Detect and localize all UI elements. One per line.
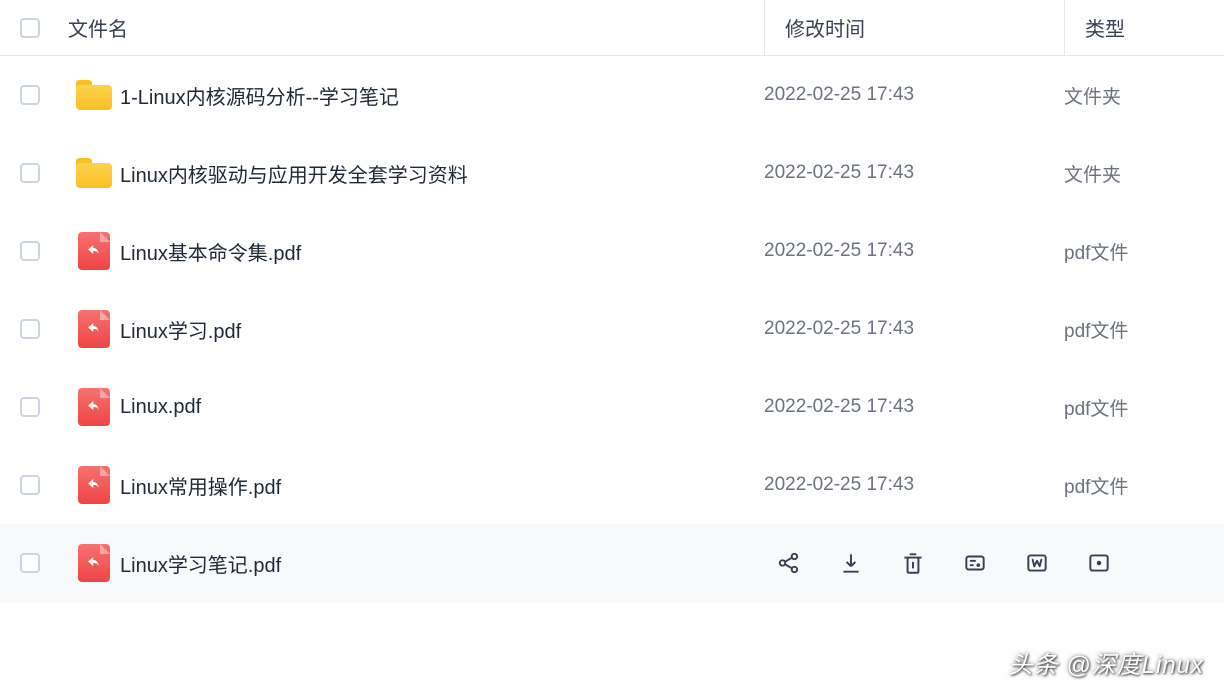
file-date: 2022-02-25 17:43 (764, 162, 914, 184)
file-type: pdf文件 (1064, 316, 1128, 343)
file-name[interactable]: Linux.pdf (120, 396, 201, 419)
row-checkbox[interactable] (20, 475, 40, 495)
table-row[interactable]: Linux学习.pdf 2022-02-25 17:43 pdf文件 (0, 290, 1224, 368)
pdf-icon (78, 388, 110, 426)
table-row[interactable]: Linux内核驱动与应用开发全套学习资料 2022-02-25 17:43 文件夹 (0, 134, 1224, 212)
header-type[interactable]: 类型 (1064, 0, 1224, 55)
file-name[interactable]: Linux基本命令集.pdf (120, 237, 301, 266)
row-checkbox[interactable] (20, 319, 40, 339)
table-row[interactable]: Linux.pdf 2022-02-25 17:43 pdf文件 (0, 368, 1224, 446)
file-date: 2022-02-25 17:43 (764, 240, 914, 262)
watermark: 头条 @深度Linux (1009, 645, 1204, 680)
row-actions (764, 548, 1224, 578)
share-button[interactable] (774, 548, 804, 578)
row-checkbox[interactable] (20, 163, 40, 183)
row-checkbox[interactable] (20, 85, 40, 105)
file-type: 文件夹 (1064, 160, 1121, 187)
delete-button[interactable] (898, 548, 928, 578)
download-button[interactable] (836, 548, 866, 578)
rename-button[interactable] (960, 548, 990, 578)
open-word-button[interactable] (1022, 548, 1052, 578)
file-date: 2022-02-25 17:43 (764, 318, 914, 340)
more-button[interactable] (1084, 548, 1114, 578)
select-all-checkbox[interactable] (20, 18, 40, 38)
file-type: pdf文件 (1064, 472, 1128, 499)
header-name[interactable]: 文件名 (60, 13, 764, 42)
table-row[interactable]: Linux基本命令集.pdf 2022-02-25 17:43 pdf文件 (0, 212, 1224, 290)
file-type: pdf文件 (1064, 394, 1128, 421)
table-header: 文件名 修改时间 类型 (0, 0, 1224, 56)
file-type: pdf文件 (1064, 238, 1128, 265)
file-name[interactable]: Linux学习笔记.pdf (120, 549, 281, 578)
file-type: 文件夹 (1064, 82, 1121, 109)
table-row[interactable]: Linux学习笔记.pdf (0, 524, 1224, 602)
folder-icon (76, 80, 112, 110)
pdf-icon (78, 232, 110, 270)
table-row[interactable]: Linux常用操作.pdf 2022-02-25 17:43 pdf文件 (0, 446, 1224, 524)
pdf-icon (78, 310, 110, 348)
table-row[interactable]: 1-Linux内核源码分析--学习笔记 2022-02-25 17:43 文件夹 (0, 56, 1224, 134)
file-name[interactable]: Linux学习.pdf (120, 315, 241, 344)
file-name[interactable]: Linux常用操作.pdf (120, 471, 281, 500)
file-name[interactable]: Linux内核驱动与应用开发全套学习资料 (120, 159, 468, 188)
file-date: 2022-02-25 17:43 (764, 84, 914, 106)
file-name[interactable]: 1-Linux内核源码分析--学习笔记 (120, 81, 399, 110)
file-date: 2022-02-25 17:43 (764, 396, 914, 418)
header-date[interactable]: 修改时间 (764, 0, 1064, 55)
pdf-icon (78, 466, 110, 504)
row-checkbox[interactable] (20, 553, 40, 573)
folder-icon (76, 158, 112, 188)
file-date: 2022-02-25 17:43 (764, 474, 914, 496)
pdf-icon (78, 544, 110, 582)
file-table: 文件名 修改时间 类型 1-Linux内核源码分析--学习笔记 2022-02-2… (0, 0, 1224, 602)
row-checkbox[interactable] (20, 241, 40, 261)
row-checkbox[interactable] (20, 397, 40, 417)
